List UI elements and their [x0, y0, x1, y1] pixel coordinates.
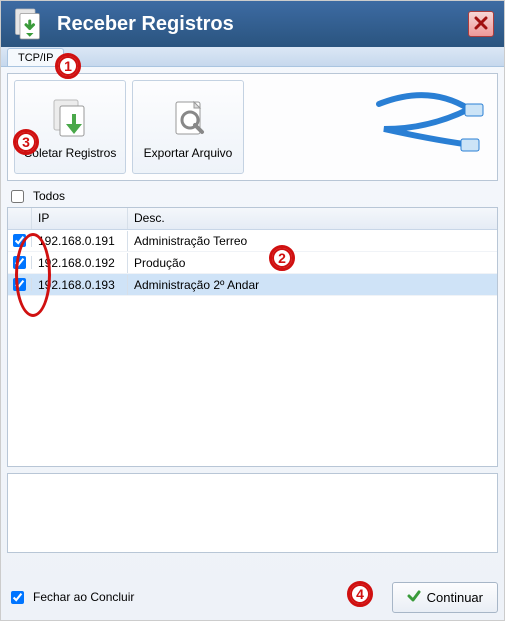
- check-icon: [407, 589, 421, 606]
- log-panel: [7, 473, 498, 553]
- download-document-icon: [11, 6, 47, 42]
- table-row[interactable]: 192.168.0.192 Produção: [8, 252, 497, 274]
- receive-records-window: Receber Registros TCP/IP Coletar Registr…: [0, 0, 505, 621]
- row-checkbox[interactable]: [13, 234, 26, 247]
- row-checkbox[interactable]: [13, 256, 26, 269]
- col-header-check[interactable]: [8, 208, 32, 229]
- fechar-label: Fechar ao Concluir: [33, 590, 134, 604]
- toolbar: Coletar Registros Exportar Arquivo: [7, 73, 498, 181]
- cell-ip: 192.168.0.192: [32, 253, 128, 273]
- todos-checkbox[interactable]: [11, 190, 24, 203]
- network-cable-icon: [369, 84, 489, 164]
- footer: Fechar ao Concluir Continuar: [7, 580, 498, 614]
- close-icon: [474, 16, 488, 33]
- cell-desc: Administração 2º Andar: [128, 275, 497, 295]
- exportar-arquivo-button[interactable]: Exportar Arquivo: [132, 80, 244, 174]
- tab-tcpip[interactable]: TCP/IP: [7, 48, 64, 66]
- grid-body: 192.168.0.191 Administração Terreo 192.1…: [8, 230, 497, 296]
- coletar-registros-button[interactable]: Coletar Registros: [14, 80, 126, 174]
- row-checkbox[interactable]: [13, 278, 26, 291]
- col-header-desc[interactable]: Desc.: [128, 208, 497, 229]
- continuar-button[interactable]: Continuar: [392, 582, 498, 613]
- cell-ip: 192.168.0.191: [32, 231, 128, 251]
- col-header-ip[interactable]: IP: [32, 208, 128, 229]
- table-row[interactable]: 192.168.0.193 Administração 2º Andar: [8, 274, 497, 296]
- cell-desc: Administração Terreo: [128, 231, 497, 251]
- todos-bar: Todos: [7, 187, 498, 205]
- window-title: Receber Registros: [57, 13, 234, 36]
- cell-ip: 192.168.0.193: [32, 275, 128, 295]
- tab-strip: TCP/IP: [1, 47, 504, 67]
- todos-label: Todos: [33, 189, 65, 203]
- collect-records-icon: [46, 94, 94, 142]
- close-button[interactable]: [468, 11, 494, 37]
- titlebar: Receber Registros: [1, 1, 504, 47]
- fechar-checkbox[interactable]: [11, 591, 24, 604]
- cell-desc: Produção: [128, 253, 497, 273]
- export-file-icon: [164, 94, 212, 142]
- device-grid: IP Desc. 192.168.0.191 Administração Ter…: [7, 207, 498, 467]
- continuar-label: Continuar: [427, 590, 483, 605]
- coletar-label: Coletar Registros: [24, 146, 117, 160]
- grid-header: IP Desc.: [8, 208, 497, 230]
- table-row[interactable]: 192.168.0.191 Administração Terreo: [8, 230, 497, 252]
- exportar-label: Exportar Arquivo: [144, 146, 233, 160]
